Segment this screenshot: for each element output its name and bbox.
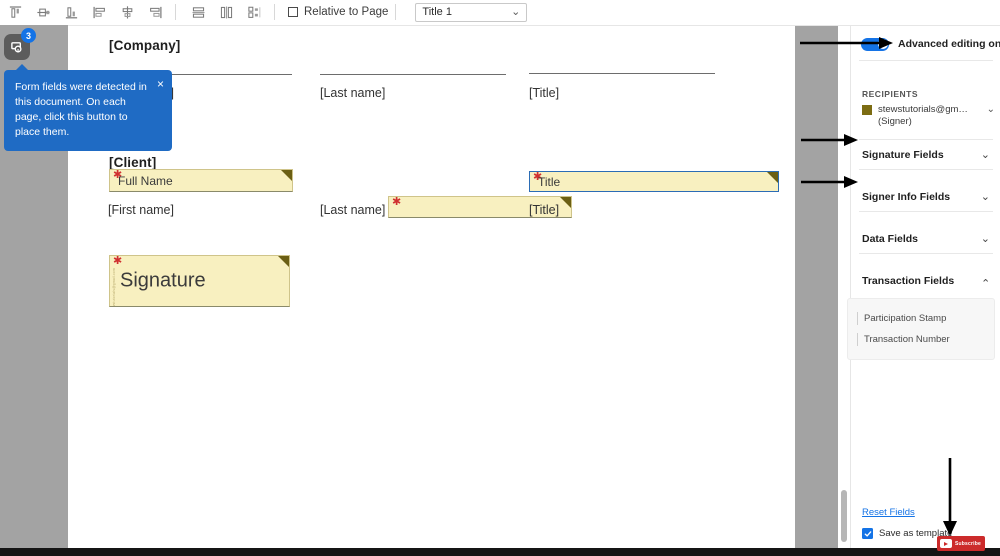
participation-stamp-label: Participation Stamp <box>864 313 947 324</box>
company-lastname-placeholder: [Last name] <box>320 86 386 100</box>
recipients-label: RECIPIENTS <box>862 89 919 99</box>
chevron-down-icon: ⌄ <box>511 5 521 18</box>
subscribe-label: Subscribe <box>955 540 981 547</box>
toolbar-divider-3 <box>395 4 397 20</box>
checkbox-checked-icon <box>862 528 873 539</box>
alignment-toolbar: Relative to Page Title 1 ⌄ <box>0 0 1000 25</box>
field-corner-icon <box>281 170 292 181</box>
sidebar-divider-4 <box>859 211 993 212</box>
company-lastname-rule <box>320 74 506 75</box>
scrollbar-thumb[interactable] <box>841 490 847 542</box>
sidebar-item-signer-info-fields[interactable]: Signer Info Fields ⌄ <box>851 182 1000 212</box>
document-page: [Company] [First name] [Last name] [Titl… <box>68 26 795 548</box>
advanced-editing-switch[interactable] <box>861 37 889 51</box>
client-firstname-placeholder: [First name] <box>108 203 174 217</box>
form-fields-detected-tooltip: × Form fields were detected in this docu… <box>4 64 172 151</box>
distribute-vertical-icon[interactable] <box>185 1 211 23</box>
form-field-full-name[interactable]: ✱ Full Name <box>109 169 293 192</box>
relative-to-page-box <box>288 7 298 17</box>
youtube-subscribe-overlay[interactable]: Subscribe <box>937 536 985 551</box>
title-select[interactable]: Title 1 ⌄ <box>415 2 528 22</box>
tooltip-arrow <box>15 64 29 71</box>
transaction-field-transaction-number[interactable]: Transaction Number <box>848 329 994 350</box>
transaction-number-label: Transaction Number <box>864 334 950 345</box>
data-fields-label: Data Fields <box>862 233 919 245</box>
form-field-title-label: Title <box>538 174 561 189</box>
field-corner-icon <box>767 172 778 183</box>
signature-fields-label: Signature Fields <box>862 149 944 161</box>
form-field-signature[interactable]: ✱ stewstutorials@gmail.com Signature <box>109 255 290 307</box>
fields-sidebar: Advanced editing on RECIPIENTS stewstuto… <box>847 26 1000 556</box>
company-heading: [Company] <box>109 38 181 53</box>
advanced-editing-label: Advanced editing on <box>898 38 1000 50</box>
client-heading: [Client] <box>109 155 157 170</box>
bottom-bar <box>0 548 1000 556</box>
sidebar-divider-3 <box>859 169 993 170</box>
distribute-horizontal-icon[interactable] <box>213 1 239 23</box>
align-right-icon[interactable] <box>142 1 168 23</box>
relative-to-page-checkbox[interactable]: Relative to Page <box>288 6 388 18</box>
form-stamp-icon <box>10 41 22 52</box>
chevron-up-icon: ⌄ <box>980 275 990 288</box>
chevron-down-icon: ⌄ <box>980 148 990 161</box>
sidebar-divider-1 <box>859 60 993 61</box>
field-corner-icon <box>278 256 289 267</box>
chevron-down-icon: ⌄ <box>980 190 990 203</box>
sidebar-item-transaction-fields[interactable]: Transaction Fields ⌄ <box>851 266 1000 296</box>
recipient-role: (Signer) <box>878 116 912 127</box>
sidebar-item-signature-fields[interactable]: Signature Fields ⌄ <box>851 140 1000 170</box>
form-field-signature-side-label: stewstutorials@gmail.com <box>112 268 116 307</box>
sidebar-item-data-fields[interactable]: Data Fields ⌄ <box>851 224 1000 254</box>
recipient-row[interactable]: stewstutorials@gmail.c... (Signer) ⌄ <box>862 104 997 128</box>
document-scrollbar[interactable] <box>838 26 850 548</box>
recipient-email: stewstutorials@gmail.c... <box>878 104 970 115</box>
match-size-icon[interactable] <box>241 1 267 23</box>
required-marker-icon: ✱ <box>113 255 123 267</box>
align-left-icon[interactable] <box>86 1 112 23</box>
form-field-signature-label: Signature <box>120 269 206 292</box>
form-field-title[interactable]: ✱ Title <box>529 171 779 192</box>
place-form-fields-button[interactable]: 3 <box>4 28 36 60</box>
toolbar-divider <box>175 4 176 20</box>
relative-to-page-label: Relative to Page <box>304 6 389 18</box>
transaction-fields-panel: Participation Stamp Transaction Number <box>847 298 995 360</box>
reset-fields-link[interactable]: Reset Fields <box>862 507 915 518</box>
pending-fields-badge: 3 <box>21 28 36 43</box>
chevron-down-icon[interactable]: ⌄ <box>987 104 995 115</box>
align-center-icon[interactable] <box>114 1 140 23</box>
signer-info-fields-label: Signer Info Fields <box>862 191 951 203</box>
align-top-icon[interactable] <box>2 1 28 23</box>
align-middle-horizontal-icon[interactable] <box>30 1 56 23</box>
advanced-editing-toggle-row[interactable]: Advanced editing on <box>851 32 1000 56</box>
company-title-placeholder: [Title] <box>529 86 560 100</box>
chevron-down-icon: ⌄ <box>980 232 990 245</box>
transaction-fields-label: Transaction Fields <box>862 275 955 287</box>
youtube-icon <box>940 539 952 548</box>
tooltip-text: Form fields were detected in this docume… <box>15 81 147 138</box>
toolbar-divider-2 <box>274 4 275 20</box>
close-icon[interactable]: × <box>157 78 164 90</box>
form-field-full-name-label: Full Name <box>118 173 173 188</box>
client-lastname-placeholder: [Last name] <box>320 203 386 217</box>
required-marker-icon: ✱ <box>392 196 402 208</box>
transaction-field-participation-stamp[interactable]: Participation Stamp <box>848 308 994 329</box>
field-corner-icon <box>560 197 571 208</box>
title-select-value: Title 1 <box>422 6 452 18</box>
align-bottom-icon[interactable] <box>58 1 84 23</box>
sidebar-divider-5 <box>859 253 993 254</box>
sign-document-editor: Relative to Page Title 1 ⌄ [Company] [Fi… <box>0 0 1000 556</box>
switch-knob <box>877 39 888 49</box>
recipient-color-swatch <box>862 105 872 115</box>
company-title-rule <box>529 73 715 74</box>
client-title-placeholder: [Title] <box>529 203 560 217</box>
